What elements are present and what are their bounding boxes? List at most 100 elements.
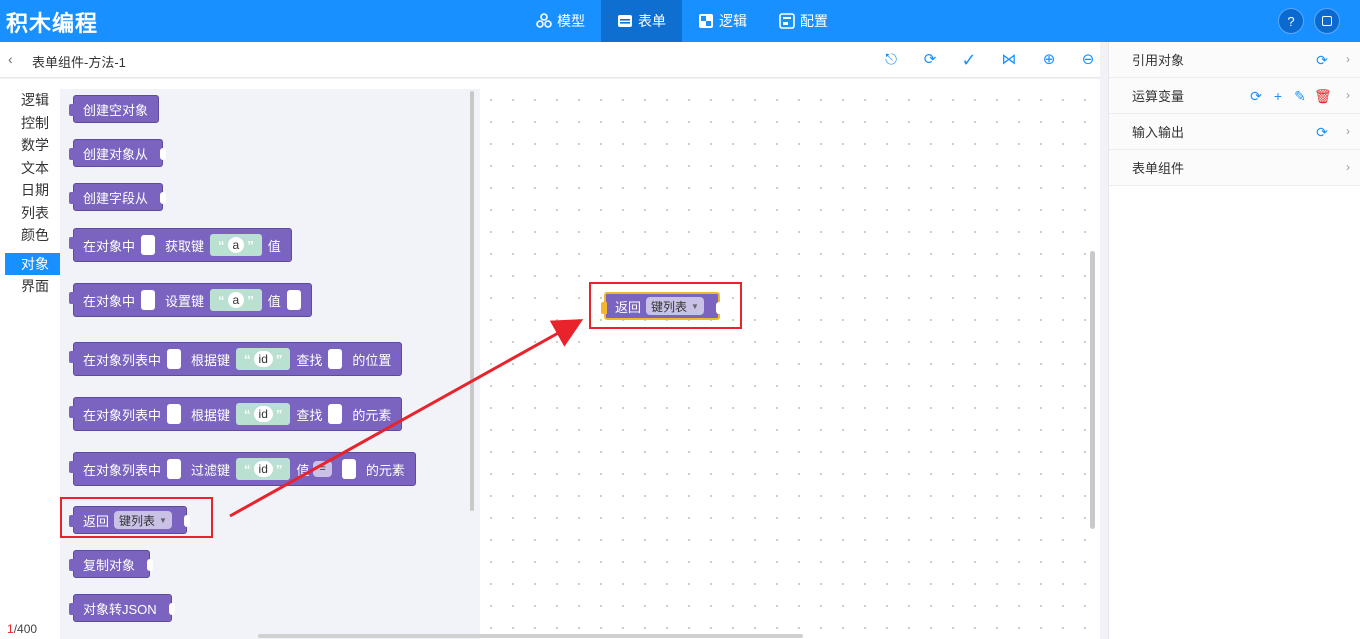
zoom-in-icon[interactable]: ⊕ <box>1040 51 1058 69</box>
string-text: id <box>253 351 273 367</box>
canvas-scrollbar[interactable] <box>1090 251 1095 529</box>
category-control[interactable]: 控制 <box>0 112 60 135</box>
block-copy-object[interactable]: 复制对象 <box>69 550 154 578</box>
block-label: 创建字段从 <box>83 190 149 206</box>
delete-icon[interactable]: 🗑 <box>1314 88 1332 104</box>
refresh-icon[interactable]: ⟳ <box>1314 52 1330 68</box>
block-label: 过滤键 <box>191 462 231 478</box>
block-label: 的元素 <box>365 462 405 478</box>
string-value[interactable]: “id” <box>236 403 291 425</box>
section-reference-objects[interactable]: 引用对象 ⟳ › <box>1109 42 1360 78</box>
sub-toolbar: ‹ 表单组件-方法-1 ⎋ ⟳ ✓ ⋈ ⊕ ⊖ <box>0 42 1100 78</box>
section-form-components[interactable]: 表单组件 › <box>1109 150 1360 186</box>
category-text[interactable]: 文本 <box>0 157 60 180</box>
highlight-box-target <box>589 282 742 329</box>
block-find-element[interactable]: 在对象列表中 根据键 “id” 查找 的元素 <box>69 397 403 431</box>
highlight-box-source <box>60 497 213 538</box>
section-io[interactable]: 输入输出 ⟳ › <box>1109 114 1360 150</box>
block-label: 在对象中 <box>83 238 136 254</box>
input-slot[interactable] <box>328 349 343 369</box>
input-slot[interactable] <box>167 349 182 369</box>
tab-form[interactable]: 表单 <box>601 0 682 42</box>
category-math[interactable]: 数学 <box>0 134 60 157</box>
block-label: 的元素 <box>352 407 392 423</box>
string-value[interactable]: “a” <box>210 289 262 311</box>
fullscreen-icon[interactable] <box>1314 8 1340 34</box>
category-object[interactable]: 对象 <box>5 252 61 275</box>
tab-model[interactable]: 模型 <box>520 0 601 42</box>
block-label: 查找 <box>296 407 323 423</box>
block-create-field-from[interactable]: 创建字段从 <box>69 183 167 211</box>
input-slot[interactable] <box>328 404 343 424</box>
input-slot[interactable] <box>286 290 301 310</box>
block-canvas[interactable] <box>480 89 1098 639</box>
section-label: 表单组件 <box>1132 161 1185 176</box>
collapse-icon[interactable]: ⋈ <box>1000 51 1018 69</box>
refresh-icon[interactable]: ⟳ <box>1314 124 1330 140</box>
back-icon[interactable]: ‹ <box>8 51 13 67</box>
operator-dropdown[interactable]: = <box>313 461 332 477</box>
counter-current: 1 <box>7 622 14 636</box>
block-filter[interactable]: 在对象列表中 过滤键 “id” 值 = 的元素 <box>69 452 416 486</box>
string-text: id <box>253 406 273 422</box>
page-title: 表单组件-方法-1 <box>32 55 126 70</box>
input-slot[interactable] <box>167 459 182 479</box>
string-text: a <box>227 292 245 308</box>
block-find-position[interactable]: 在对象列表中 根据键 “id” 查找 的位置 <box>69 342 403 376</box>
block-get-key[interactable]: 在对象中 获取键 “a” 值 <box>69 228 292 262</box>
input-slot[interactable] <box>141 235 156 255</box>
edit-icon[interactable]: ✎ <box>1292 88 1308 104</box>
form-icon <box>618 15 632 27</box>
block-label: 在对象中 <box>83 293 136 309</box>
block-label: 设置键 <box>165 293 205 309</box>
flyout-scrollbar[interactable] <box>470 91 474 511</box>
canvas-horizontal-scrollbar[interactable] <box>258 634 803 638</box>
counter-total: /400 <box>13 622 38 636</box>
zoom-out-icon[interactable]: ⊖ <box>1079 51 1097 69</box>
tab-config[interactable]: 配置 <box>763 0 844 42</box>
string-text: id <box>253 461 273 477</box>
chevron-right-icon: › <box>1346 160 1350 174</box>
block-label: 对象转JSON <box>83 601 157 617</box>
block-label: 查找 <box>296 352 323 368</box>
add-icon[interactable]: + <box>1270 88 1286 104</box>
category-logic[interactable]: 逻辑 <box>0 89 60 112</box>
clean-icon[interactable]: ⎋ <box>882 51 900 69</box>
help-icon[interactable]: ? <box>1278 8 1304 34</box>
section-label: 运算变量 <box>1132 89 1185 104</box>
block-create-from[interactable]: 创建对象从 <box>69 139 167 167</box>
block-label: 值 <box>267 238 281 254</box>
section-label: 引用对象 <box>1132 53 1185 68</box>
string-value[interactable]: “id” <box>236 348 291 370</box>
tab-logic[interactable]: 逻辑 <box>682 0 763 42</box>
string-value[interactable]: “id” <box>236 458 291 480</box>
cubes-icon <box>536 13 552 28</box>
block-label: 的位置 <box>352 352 392 368</box>
input-slot[interactable] <box>341 459 356 479</box>
category-date[interactable]: 日期 <box>0 179 60 202</box>
input-slot[interactable] <box>167 404 182 424</box>
check-icon[interactable]: ✓ <box>960 51 978 69</box>
section-variables[interactable]: 运算变量 ⟳ + ✎ 🗑 › <box>1109 78 1360 114</box>
tab-form-label: 表单 <box>638 13 666 29</box>
block-create-empty[interactable]: 创建空对象 <box>69 95 160 123</box>
string-text: a <box>227 237 245 253</box>
refresh-icon[interactable]: ⟳ <box>1248 88 1264 104</box>
category-ui[interactable]: 界面 <box>0 275 60 298</box>
block-set-key[interactable]: 在对象中 设置键 “a” 值 <box>69 283 312 317</box>
right-panel: 引用对象 ⟳ › 运算变量 ⟳ + ✎ 🗑 › 输入输出 ⟳ › 表单组件 › <box>1108 42 1360 639</box>
category-color[interactable]: 颜色 <box>0 224 60 247</box>
block-label: 在对象列表中 <box>83 462 162 478</box>
main-nav: 模型 表单 逻辑 配置 <box>520 0 844 42</box>
block-to-json[interactable]: 对象转JSON <box>69 594 175 622</box>
block-label: 复制对象 <box>83 557 136 573</box>
block-label: 值 <box>296 462 310 478</box>
string-value[interactable]: “a” <box>210 234 262 256</box>
category-list[interactable]: 列表 <box>0 202 60 225</box>
chevron-right-icon: › <box>1346 52 1350 66</box>
refresh-icon[interactable]: ⟳ <box>921 51 939 69</box>
block-label: 创建空对象 <box>83 102 149 118</box>
app-title: 积木编程 <box>6 12 99 37</box>
input-slot[interactable] <box>141 290 156 310</box>
block-label: 根据键 <box>191 407 231 423</box>
